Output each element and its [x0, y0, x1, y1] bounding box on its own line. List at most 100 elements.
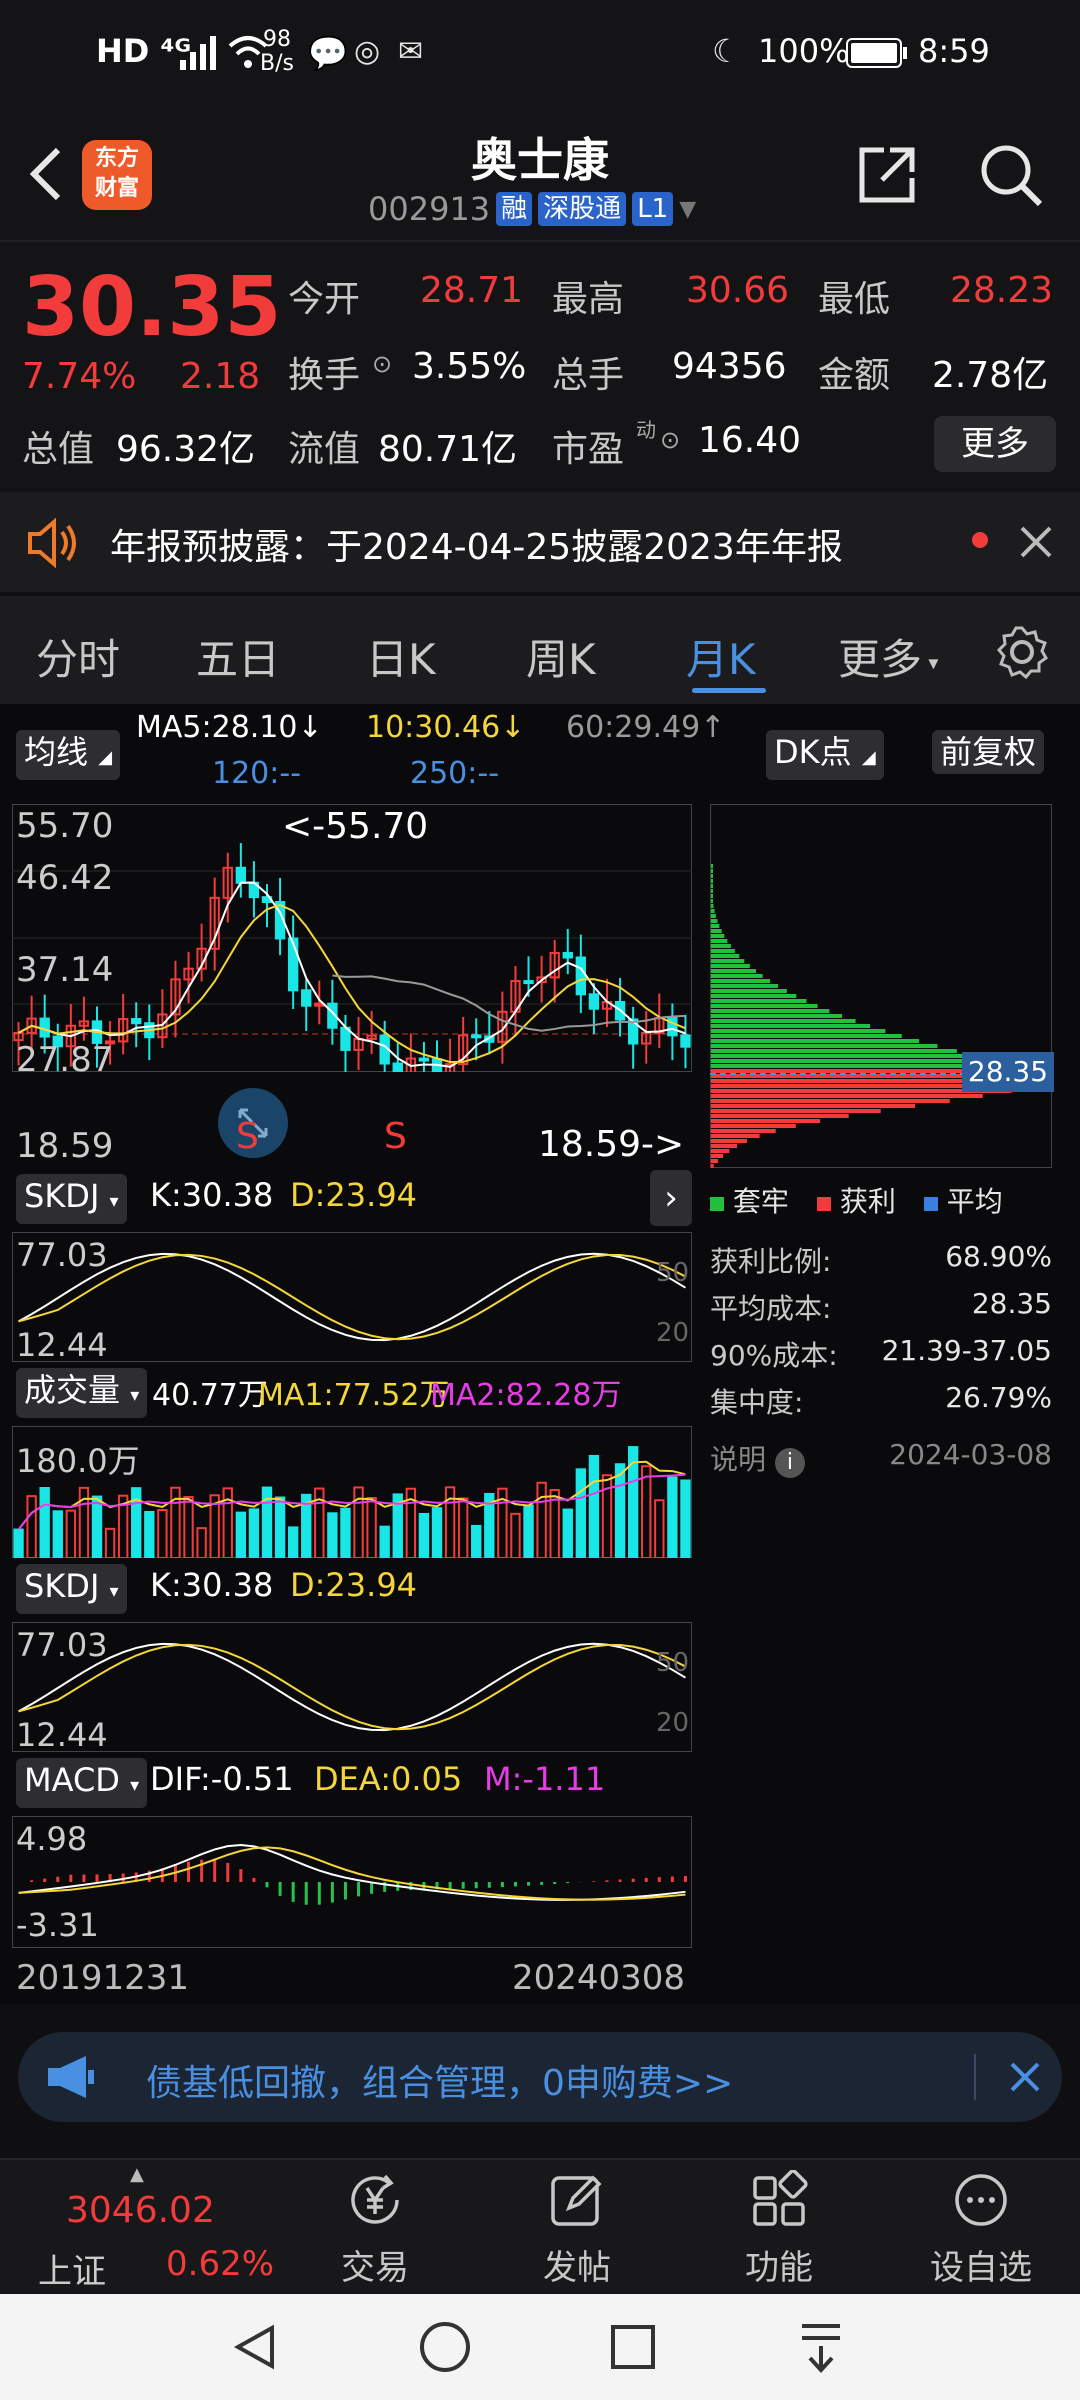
- legend-average: 平均: [923, 1180, 1003, 1220]
- volume-bar: [418, 1512, 430, 1558]
- macd-axis-top: 4.98: [16, 1820, 88, 1858]
- ma60-value: 60:29.49↑: [566, 710, 726, 745]
- ma-selector-button[interactable]: 均线 ◢: [16, 730, 121, 780]
- tab-weekly-k[interactable]: 周K: [526, 626, 596, 687]
- skdj-plot[interactable]: [12, 1232, 692, 1362]
- macd-plot[interactable]: [12, 1816, 692, 1948]
- expand-arrow-button[interactable]: ›: [650, 1170, 692, 1226]
- skdj-plot-2[interactable]: [12, 1622, 692, 1752]
- nav-recent-icon[interactable]: [610, 2324, 656, 2370]
- chip-bar: [711, 1129, 776, 1133]
- tab-five-day[interactable]: 五日: [196, 626, 280, 687]
- skdj-selector-button[interactable]: SKDJ ▾: [16, 1174, 127, 1224]
- legend-average-label: 平均: [946, 1185, 1003, 1218]
- gear-icon[interactable]: [994, 624, 1050, 680]
- volume-selector-button[interactable]: 成交量 ▾: [16, 1368, 148, 1418]
- trade-button[interactable]: 交易: [310, 2170, 440, 2289]
- chip-bar: [711, 864, 713, 868]
- chip-bar: [711, 1024, 871, 1028]
- index-value: 3046.02: [66, 2190, 215, 2231]
- volume-bar: [287, 1526, 299, 1558]
- turnover-value: 3.55%: [412, 346, 527, 387]
- skdj-selector-button-2[interactable]: SKDJ ▾: [16, 1564, 127, 1614]
- candle-body: [562, 952, 573, 959]
- price-axis-max: 55.70: [16, 806, 114, 846]
- nav-menu-down-icon[interactable]: [796, 2320, 846, 2374]
- info-icon: i: [774, 1448, 805, 1478]
- adjust-button[interactable]: 前复权: [932, 730, 1045, 774]
- chip-bar: [711, 1034, 902, 1038]
- amount-label: 金额: [818, 355, 891, 396]
- chip-bar: [711, 1154, 724, 1158]
- chip-bar: [711, 1019, 856, 1023]
- battery-percent: 100%: [758, 32, 850, 70]
- chip-bar: [711, 1059, 999, 1063]
- volume-bar: [13, 1528, 24, 1558]
- chip-bar: [711, 954, 740, 958]
- net-speed-unit: B/s: [260, 51, 294, 76]
- tab-intraday[interactable]: 分时: [36, 626, 120, 687]
- chip-bar: [711, 1144, 738, 1148]
- volume-bar: [26, 1495, 37, 1558]
- skdj-d-value: D:23.94: [290, 1176, 418, 1214]
- macd-axis-bottom: -3.31: [16, 1906, 99, 1944]
- skdj-k-value: K:30.38: [150, 1176, 274, 1214]
- search-icon[interactable]: [978, 142, 1044, 208]
- nav-back-icon[interactable]: [230, 2322, 280, 2372]
- chip-bar: [711, 1149, 730, 1153]
- active-tab-indicator: [692, 688, 766, 693]
- market-cap-value: 96.32亿: [116, 429, 256, 470]
- volume-bar: [379, 1525, 390, 1558]
- legend-profit-label: 获利: [839, 1185, 896, 1218]
- tab-monthly-k[interactable]: 月K: [686, 626, 756, 687]
- chip-stat-value: 21.39-37.05: [881, 1334, 1052, 1367]
- chip-note[interactable]: 说明 i: [710, 1438, 805, 1485]
- ma10-value: 10:30.46↓: [366, 710, 526, 745]
- chip-bar: [711, 1139, 747, 1143]
- chip-stat-label: 集中度:: [710, 1386, 804, 1419]
- chip-bar: [711, 989, 787, 993]
- chip-bar: [711, 1094, 983, 1098]
- chip-bar: [711, 1124, 796, 1128]
- notice-bar[interactable]: 年报预披露：于2024-04-25披露2023年年报: [0, 492, 1080, 592]
- ma120-value: 120:--: [212, 756, 302, 791]
- clock: 8:59: [918, 32, 990, 70]
- close-icon[interactable]: [1008, 2060, 1042, 2094]
- more-quote-button[interactable]: 更多: [934, 416, 1056, 472]
- function-button[interactable]: 功能: [714, 2169, 844, 2289]
- chip-stat-label: 90%成本:: [710, 1339, 838, 1372]
- date-start: 20191231: [16, 1958, 190, 1998]
- tab-daily-k[interactable]: 日K: [366, 626, 436, 687]
- radar-icon: ◎: [354, 34, 381, 69]
- macd-selector-button[interactable]: MACD ▾: [16, 1758, 148, 1808]
- info-icon[interactable]: ⊙: [372, 350, 392, 378]
- index-ticker[interactable]: ▲ 3046.02 上证 0.62%: [0, 2160, 274, 2296]
- nav-home-icon[interactable]: [418, 2320, 472, 2374]
- chip-bar: [711, 1164, 714, 1168]
- function-label: 功能: [745, 2248, 813, 2288]
- chip-stat-label: 获利比例:: [710, 1245, 832, 1278]
- close-icon[interactable]: [1018, 524, 1054, 560]
- chip-bar: [711, 879, 713, 883]
- candle-body: [588, 993, 600, 1010]
- tab-more[interactable]: 更多 ▾: [838, 626, 938, 687]
- caret-down-icon: ▼: [679, 196, 697, 222]
- stock-code-row[interactable]: 002913 融 深股通 L1 ▼: [368, 190, 696, 228]
- volume-bar: [183, 1496, 194, 1558]
- dk-point-button[interactable]: DK点 ◢: [766, 730, 884, 780]
- share-icon[interactable]: [854, 142, 920, 208]
- moon-icon: ☾: [712, 32, 741, 70]
- pe-info-icon[interactable]: ⊙: [660, 426, 680, 454]
- candle-body: [418, 1057, 430, 1062]
- low-value: 28.23: [950, 270, 1054, 311]
- post-button[interactable]: 发帖: [512, 2170, 642, 2289]
- legend-trapped-label: 套牢: [732, 1185, 789, 1218]
- volume-bar: [340, 1507, 351, 1558]
- low-marker: 18.59->: [538, 1124, 685, 1165]
- promo-banner[interactable]: 债基低回撤，组合管理，0申购费>>: [18, 2032, 1062, 2122]
- chip-bar: [711, 939, 728, 943]
- chip-bar: [711, 1039, 920, 1043]
- signal-indicators: HD ⁴ᴳ: [96, 32, 192, 70]
- chip-bar: [711, 984, 779, 988]
- add-watchlist-button[interactable]: 设自选: [916, 2170, 1046, 2289]
